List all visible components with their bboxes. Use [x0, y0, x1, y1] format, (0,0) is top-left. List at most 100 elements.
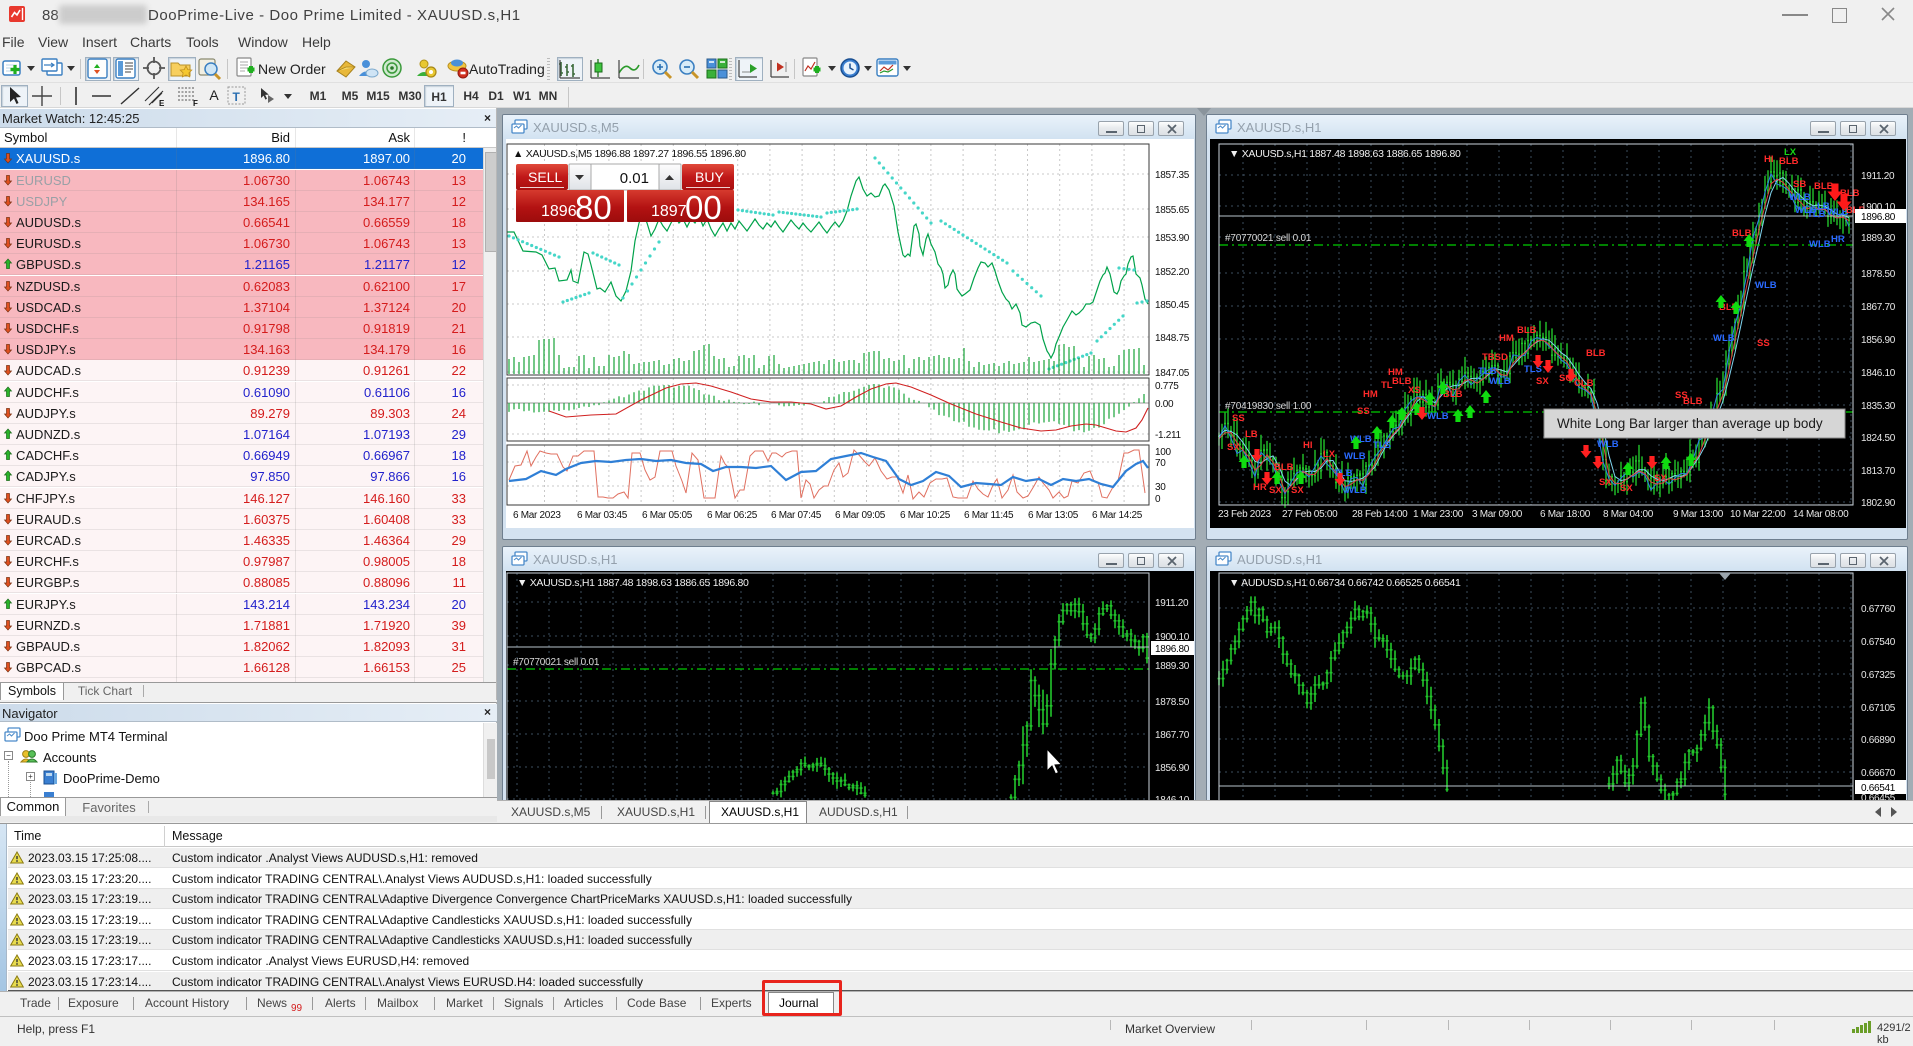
svg-text:TBSD: TBSD [1482, 352, 1508, 363]
svg-text:1847.05: 1847.05 [1155, 368, 1190, 379]
svg-text:0.66890: 0.66890 [1861, 735, 1896, 746]
svg-text:1867.70: 1867.70 [1155, 730, 1190, 741]
svg-text:HM: HM [1363, 389, 1378, 400]
svg-text:▲ XAUUSD.s,M5 1896.88 1897.2: ▲ XAUUSD.s,M5 1896.88 1897.27 1896.55 18… [513, 148, 746, 160]
svg-text:10 Mar 22:00: 10 Mar 22:00 [1730, 509, 1786, 520]
svg-text:6 Mar 14:25: 6 Mar 14:25 [1092, 510, 1143, 521]
svg-text:-1.211: -1.211 [1155, 430, 1182, 441]
svg-text:0.775: 0.775 [1155, 381, 1179, 392]
svg-text:BLB: BLB [1443, 389, 1463, 400]
svg-text:1835.30: 1835.30 [1861, 401, 1896, 412]
svg-text:SELL: SELL [528, 169, 562, 185]
svg-text:1896: 1896 [541, 203, 577, 220]
svg-text:80: 80 [575, 189, 612, 226]
svg-text:SS: SS [1232, 413, 1245, 424]
svg-text:1889.30: 1889.30 [1861, 233, 1896, 244]
svg-text:1855.65: 1855.65 [1155, 205, 1190, 216]
svg-text:▼ XAUUSD.s,H1 1887.48 1898.6: ▼ XAUUSD.s,H1 1887.48 1898.63 1886.65 18… [517, 577, 749, 589]
svg-text:WLB: WLB [1345, 485, 1367, 496]
svg-text:0.66670: 0.66670 [1861, 768, 1896, 779]
svg-text:0.67760: 0.67760 [1861, 604, 1896, 615]
svg-text:WLB: WLB [1427, 411, 1449, 422]
svg-text:00: 00 [685, 189, 722, 226]
svg-text:F: F [193, 99, 198, 107]
svg-text:SX: SX [1620, 483, 1633, 494]
svg-text:1857.35: 1857.35 [1155, 170, 1190, 181]
svg-text:3 Mar 09:00: 3 Mar 09:00 [1472, 509, 1523, 520]
svg-text:28 Feb 14:00: 28 Feb 14:00 [1352, 509, 1408, 520]
svg-text:6 Mar 11:45: 6 Mar 11:45 [964, 510, 1014, 521]
svg-text:1846.10: 1846.10 [1861, 368, 1896, 379]
svg-text:6 Mar 18:00: 6 Mar 18:00 [1540, 509, 1591, 520]
svg-text:0: 0 [1155, 494, 1161, 505]
svg-text:0.67325: 0.67325 [1861, 670, 1896, 681]
svg-text:BUY: BUY [695, 169, 724, 185]
svg-text:0.00: 0.00 [1155, 399, 1174, 410]
svg-text:6 Mar 03:45: 6 Mar 03:45 [577, 510, 628, 521]
svg-text:XS: XS [1408, 385, 1421, 396]
svg-text:1853.90: 1853.90 [1155, 233, 1190, 244]
svg-text:BLB: BLB [1814, 181, 1834, 192]
svg-text:1 Mar 23:00: 1 Mar 23:00 [1413, 509, 1464, 520]
svg-text:6 Mar 13:05: 6 Mar 13:05 [1028, 510, 1079, 521]
svg-text:HM: HM [1499, 333, 1514, 344]
svg-text:6 Mar 10:25: 6 Mar 10:25 [900, 510, 951, 521]
svg-text:14 Mar 08:00: 14 Mar 08:00 [1793, 509, 1849, 520]
svg-text:T: T [233, 90, 241, 104]
svg-text:SS: SS [1757, 338, 1770, 349]
svg-text:CLB: CLB [1574, 378, 1594, 389]
svg-text:1802.90: 1802.90 [1861, 498, 1896, 509]
svg-text:SX: SX [1536, 376, 1549, 387]
svg-text:WLB: WLB [1755, 280, 1777, 291]
svg-text:BLB: BLB [1517, 325, 1537, 336]
svg-text:30: 30 [1155, 482, 1166, 493]
svg-text:WLB: WLB [1809, 239, 1831, 250]
svg-text:27 Feb 05:00: 27 Feb 05:00 [1282, 509, 1338, 520]
svg-text:6 Mar 06:25: 6 Mar 06:25 [707, 510, 758, 521]
svg-text:1856.90: 1856.90 [1861, 335, 1896, 346]
svg-text:1848.75: 1848.75 [1155, 333, 1190, 344]
svg-text:1867.70: 1867.70 [1861, 302, 1896, 313]
svg-text:WLB: WLB [1789, 192, 1811, 203]
svg-text:LX: LX [1323, 449, 1336, 460]
svg-text:8 Mar 04:00: 8 Mar 04:00 [1603, 509, 1654, 520]
svg-text:0.01: 0.01 [620, 170, 649, 187]
svg-text:1897: 1897 [651, 203, 687, 220]
svg-text:HI: HI [1303, 440, 1313, 451]
svg-text:BLB: BLB [1586, 348, 1606, 359]
svg-text:23 Feb 2023: 23 Feb 2023 [1218, 509, 1272, 520]
svg-text:HR: HR [1831, 234, 1845, 245]
svg-text:1911.20: 1911.20 [1155, 598, 1189, 609]
svg-text:#70770021 sell 0.01: #70770021 sell 0.01 [513, 657, 600, 668]
svg-text:TLS: TLS [1373, 440, 1391, 451]
svg-text:▼ AUDUSD.s,H1 0.66734 0.6674: ▼ AUDUSD.s,H1 0.66734 0.66742 0.66525 0.… [1229, 577, 1461, 589]
svg-text:70: 70 [1155, 458, 1166, 469]
svg-text:0.67105: 0.67105 [1861, 703, 1896, 714]
svg-text:1896.80: 1896.80 [1861, 212, 1896, 223]
svg-text:#70419830 sell 1.00: #70419830 sell 1.00 [1225, 401, 1312, 412]
svg-text:SB: SB [1793, 179, 1806, 190]
svg-text:TLB: TLB [1334, 468, 1353, 479]
svg-text:6 Mar 05:05: 6 Mar 05:05 [642, 510, 693, 521]
svg-text:E: E [159, 99, 165, 107]
svg-text:HR: HR [1253, 482, 1267, 493]
svg-text:SX: SX [1227, 442, 1240, 453]
svg-text:BLB: BLB [1683, 396, 1703, 407]
svg-text:1813.70: 1813.70 [1861, 466, 1896, 477]
svg-text:HI: HI [1764, 154, 1774, 165]
svg-text:1896.80: 1896.80 [1155, 644, 1190, 655]
svg-text:SX: SX [1269, 485, 1282, 496]
svg-text:▼ XAUUSD.s,H1 1887.48 1898.6: ▼ XAUUSD.s,H1 1887.48 1898.63 1886.65 18… [1229, 148, 1461, 160]
svg-text:White Long Bar larger than ave: White Long Bar larger than average up bo… [1557, 416, 1823, 431]
svg-text:9 Mar 13:00: 9 Mar 13:00 [1673, 509, 1724, 520]
svg-text:WLB: WLB [1344, 451, 1366, 462]
svg-text:1878.50: 1878.50 [1155, 697, 1190, 708]
svg-text:SS: SS [1357, 406, 1370, 417]
svg-text:1878.50: 1878.50 [1861, 269, 1896, 280]
svg-text:0.67540: 0.67540 [1861, 637, 1896, 648]
svg-text:6 Mar 09:05: 6 Mar 09:05 [835, 510, 886, 521]
svg-text:SX: SX [1291, 485, 1304, 496]
svg-text:WLB: WLB [1489, 376, 1511, 387]
svg-text:6 Mar 07:45: 6 Mar 07:45 [771, 510, 822, 521]
svg-text:SX: SX [1654, 473, 1667, 484]
